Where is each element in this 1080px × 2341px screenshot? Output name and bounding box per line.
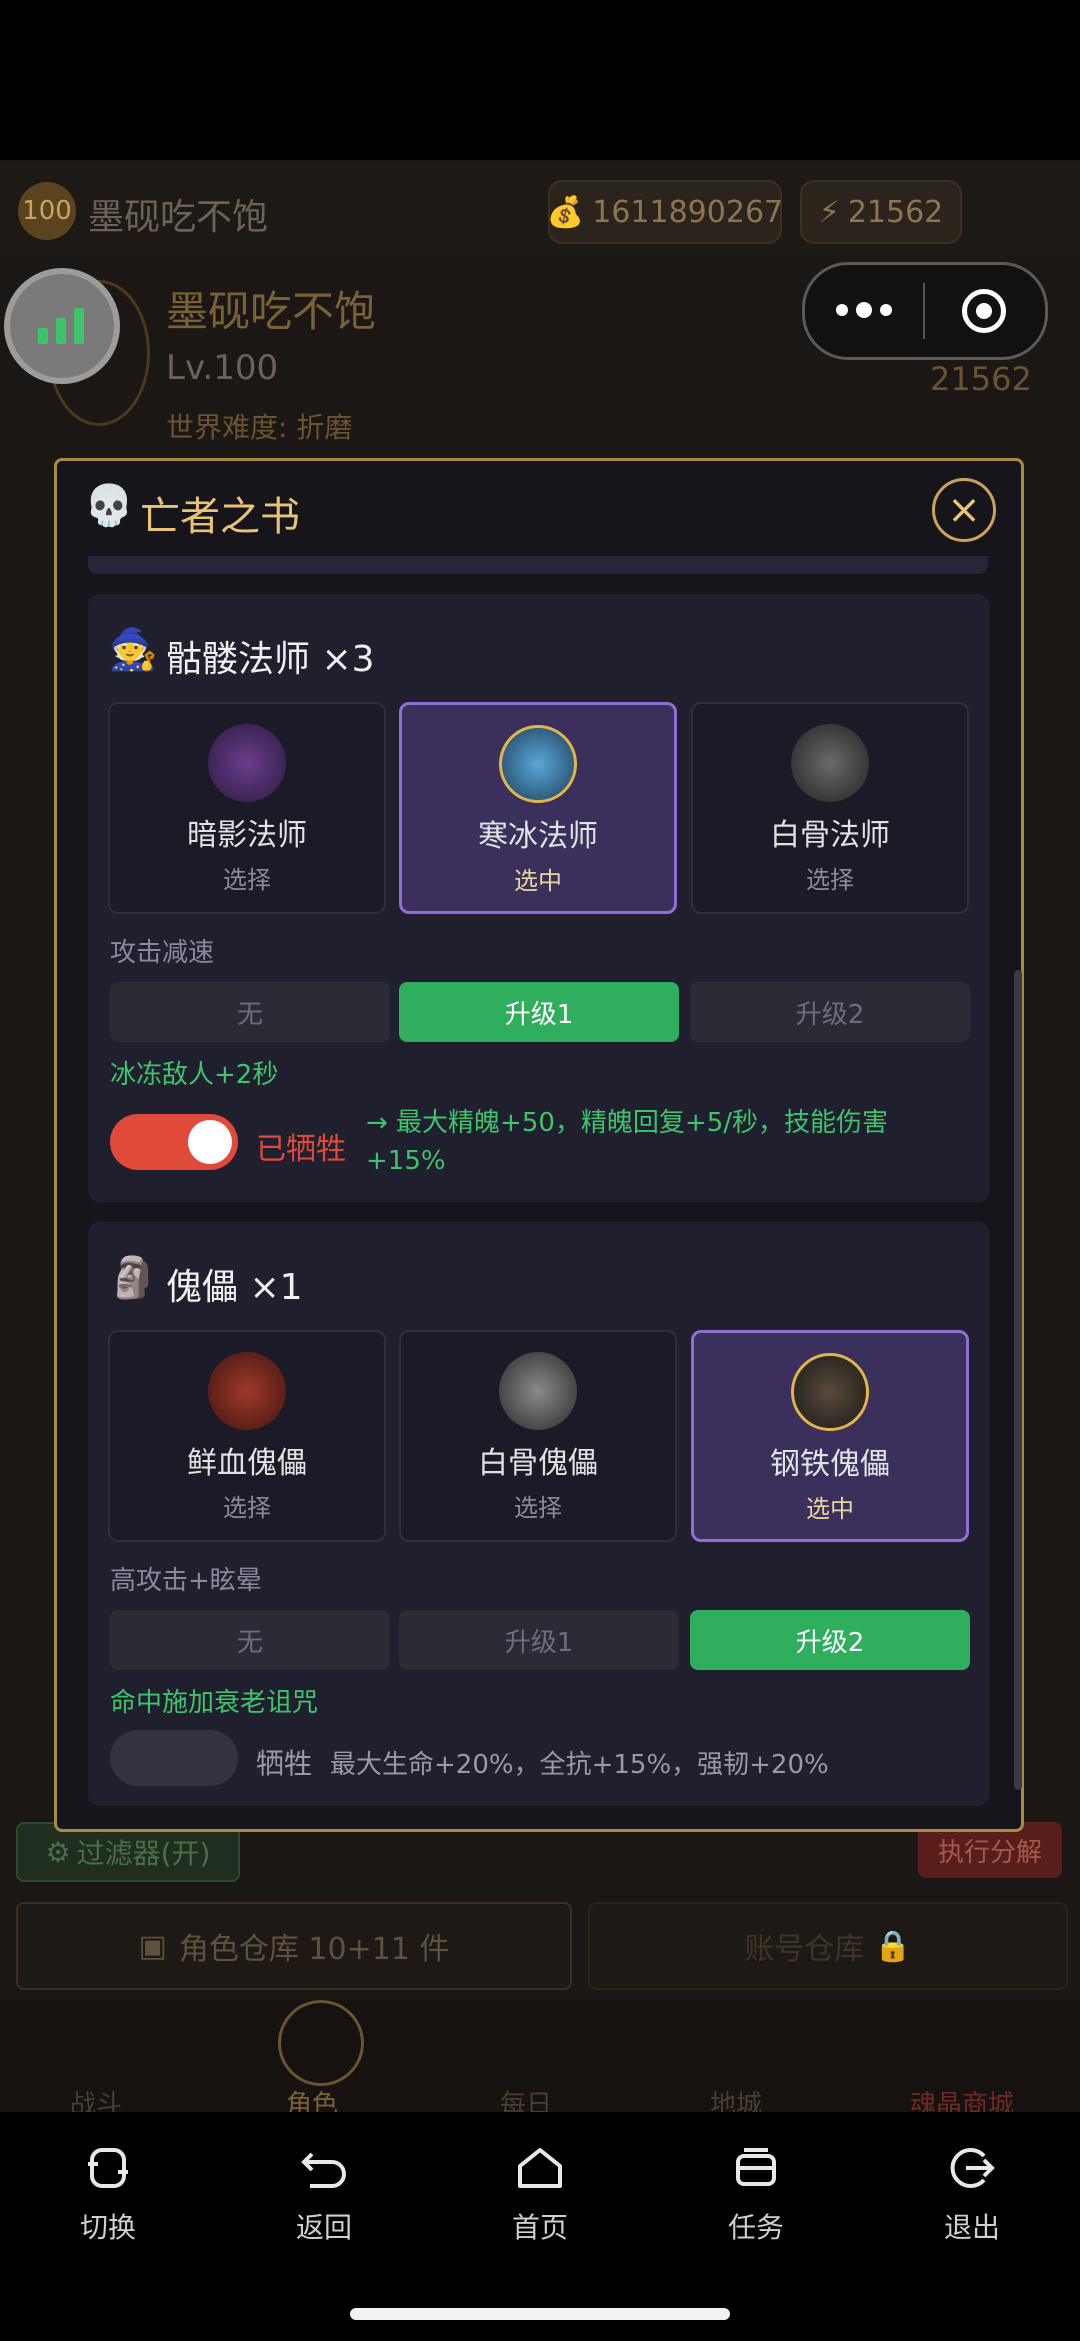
sacrifice-label: 已牺牲 — [256, 1132, 346, 1167]
money-bag-icon: 💰 — [546, 194, 585, 230]
section-title: 骷髅法师 ×3 — [166, 639, 375, 680]
miniprogram-capsule — [802, 262, 1048, 360]
nav-switch[interactable]: 切换 — [38, 2140, 178, 2246]
close-icon: × — [947, 487, 981, 533]
upgrade-2-option[interactable]: 升级2 — [690, 982, 970, 1042]
game-tab-bar: 战斗 角色 每日 地城 魂晶商城 — [0, 2000, 1080, 2120]
more-menu-button[interactable] — [805, 302, 923, 318]
upgrade-1-option[interactable]: 升级1 — [399, 982, 679, 1042]
modal-title: 亡者之书 — [140, 494, 300, 540]
frost-mage-portrait — [499, 725, 577, 803]
skull-icon: 💀 — [84, 483, 134, 529]
tasks-icon — [736, 2148, 776, 2186]
lock-icon: 🔒 — [874, 1928, 912, 1964]
mage-icon: 🧙 — [108, 627, 158, 673]
sacrifice-description: 最大生命+20%，全抗+15%，强韧+20% — [330, 1750, 829, 1780]
passive-label: 高攻击+眩晕 — [110, 1566, 262, 1596]
profile-name: 墨砚吃不饱 — [166, 287, 377, 336]
minion-card-bone-mage[interactable]: 白骨法师 选择 — [691, 702, 969, 914]
close-miniprogram-button[interactable] — [925, 289, 1043, 333]
minion-card-iron-golem[interactable]: 钢铁傀儡 选中 — [691, 1330, 969, 1542]
lightning-icon: ⚡ — [818, 194, 840, 230]
sacrifice-toggle[interactable] — [110, 1114, 238, 1170]
helmet-icon — [278, 2000, 364, 2086]
profile-level: Lv.100 — [166, 348, 279, 388]
back-icon — [301, 2152, 346, 2188]
minion-card-frost-mage[interactable]: 寒冰法师 选中 — [399, 702, 677, 914]
gold-counter: 💰 1611890267 — [546, 180, 783, 244]
upgrade-1-option[interactable]: 升级1 — [399, 1610, 679, 1670]
modal-scrollbar[interactable] — [1014, 970, 1022, 1790]
sacrifice-toggle[interactable] — [110, 1730, 238, 1786]
bar-chart-icon — [38, 308, 84, 344]
energy-counter: ⚡ 21562 — [800, 180, 962, 244]
dot-icon — [836, 304, 848, 316]
upgrade-effect: 冰冻敌人+2秒 — [110, 1060, 279, 1090]
blood-golem-portrait — [208, 1352, 286, 1430]
upgrade-none-option[interactable]: 无 — [110, 982, 390, 1042]
dot-icon — [856, 302, 872, 318]
gear-icon: ⚙ — [45, 1835, 71, 1869]
upgrade-2-option[interactable]: 升级2 — [690, 1610, 970, 1670]
moai-icon: 🗿 — [108, 1255, 158, 1301]
profile-energy: 21562 — [930, 360, 1032, 398]
chest-icon: ▣ — [138, 1928, 167, 1964]
nav-exit[interactable]: 退出 — [902, 2140, 1042, 2246]
close-button[interactable]: × — [932, 478, 996, 542]
dot-icon — [880, 304, 892, 316]
previous-panel-edge — [88, 556, 988, 574]
iron-golem-portrait — [791, 1353, 869, 1431]
home-icon — [518, 2148, 562, 2188]
toggle-knob — [188, 1120, 232, 1164]
account-storage-button[interactable]: 账号仓库 🔒 — [588, 1902, 1068, 1990]
sacrifice-label: 牺牲 — [256, 1747, 313, 1780]
minion-card-bone-golem[interactable]: 白骨傀儡 选择 — [399, 1330, 677, 1542]
exit-icon — [950, 2148, 995, 2188]
nav-tasks[interactable]: 任务 — [686, 2140, 826, 2246]
minion-card-shadow-mage[interactable]: 暗影法师 选择 — [108, 702, 386, 914]
upgrade-effect: 命中施加衰老诅咒 — [110, 1688, 319, 1718]
target-icon — [962, 289, 1006, 333]
player-name-header: 墨砚吃不饱 — [88, 197, 269, 238]
nav-home[interactable]: 首页 — [470, 2140, 610, 2246]
home-indicator — [350, 2308, 730, 2320]
switch-icon — [88, 2148, 128, 2188]
world-difficulty: 世界难度: 折磨 — [166, 411, 353, 444]
section-title: 傀儡 ×1 — [166, 1267, 303, 1308]
bone-golem-portrait — [499, 1352, 577, 1430]
level-badge: 100 — [18, 182, 76, 240]
minion-card-blood-golem[interactable]: 鲜血傀儡 选择 — [108, 1330, 386, 1542]
floating-stats-button[interactable] — [4, 268, 120, 384]
character-storage-button[interactable]: ▣ 角色仓库 10+11 件 — [16, 1902, 572, 1990]
shadow-mage-portrait — [208, 724, 286, 802]
upgrade-none-option[interactable]: 无 — [110, 1610, 390, 1670]
passive-label: 攻击减速 — [110, 938, 215, 968]
bone-mage-portrait — [791, 724, 869, 802]
sacrifice-description: → 最大精魄+50，精魄回复+5/秒，技能伤害+15% — [366, 1108, 889, 1176]
nav-back[interactable]: 返回 — [254, 2140, 394, 2246]
